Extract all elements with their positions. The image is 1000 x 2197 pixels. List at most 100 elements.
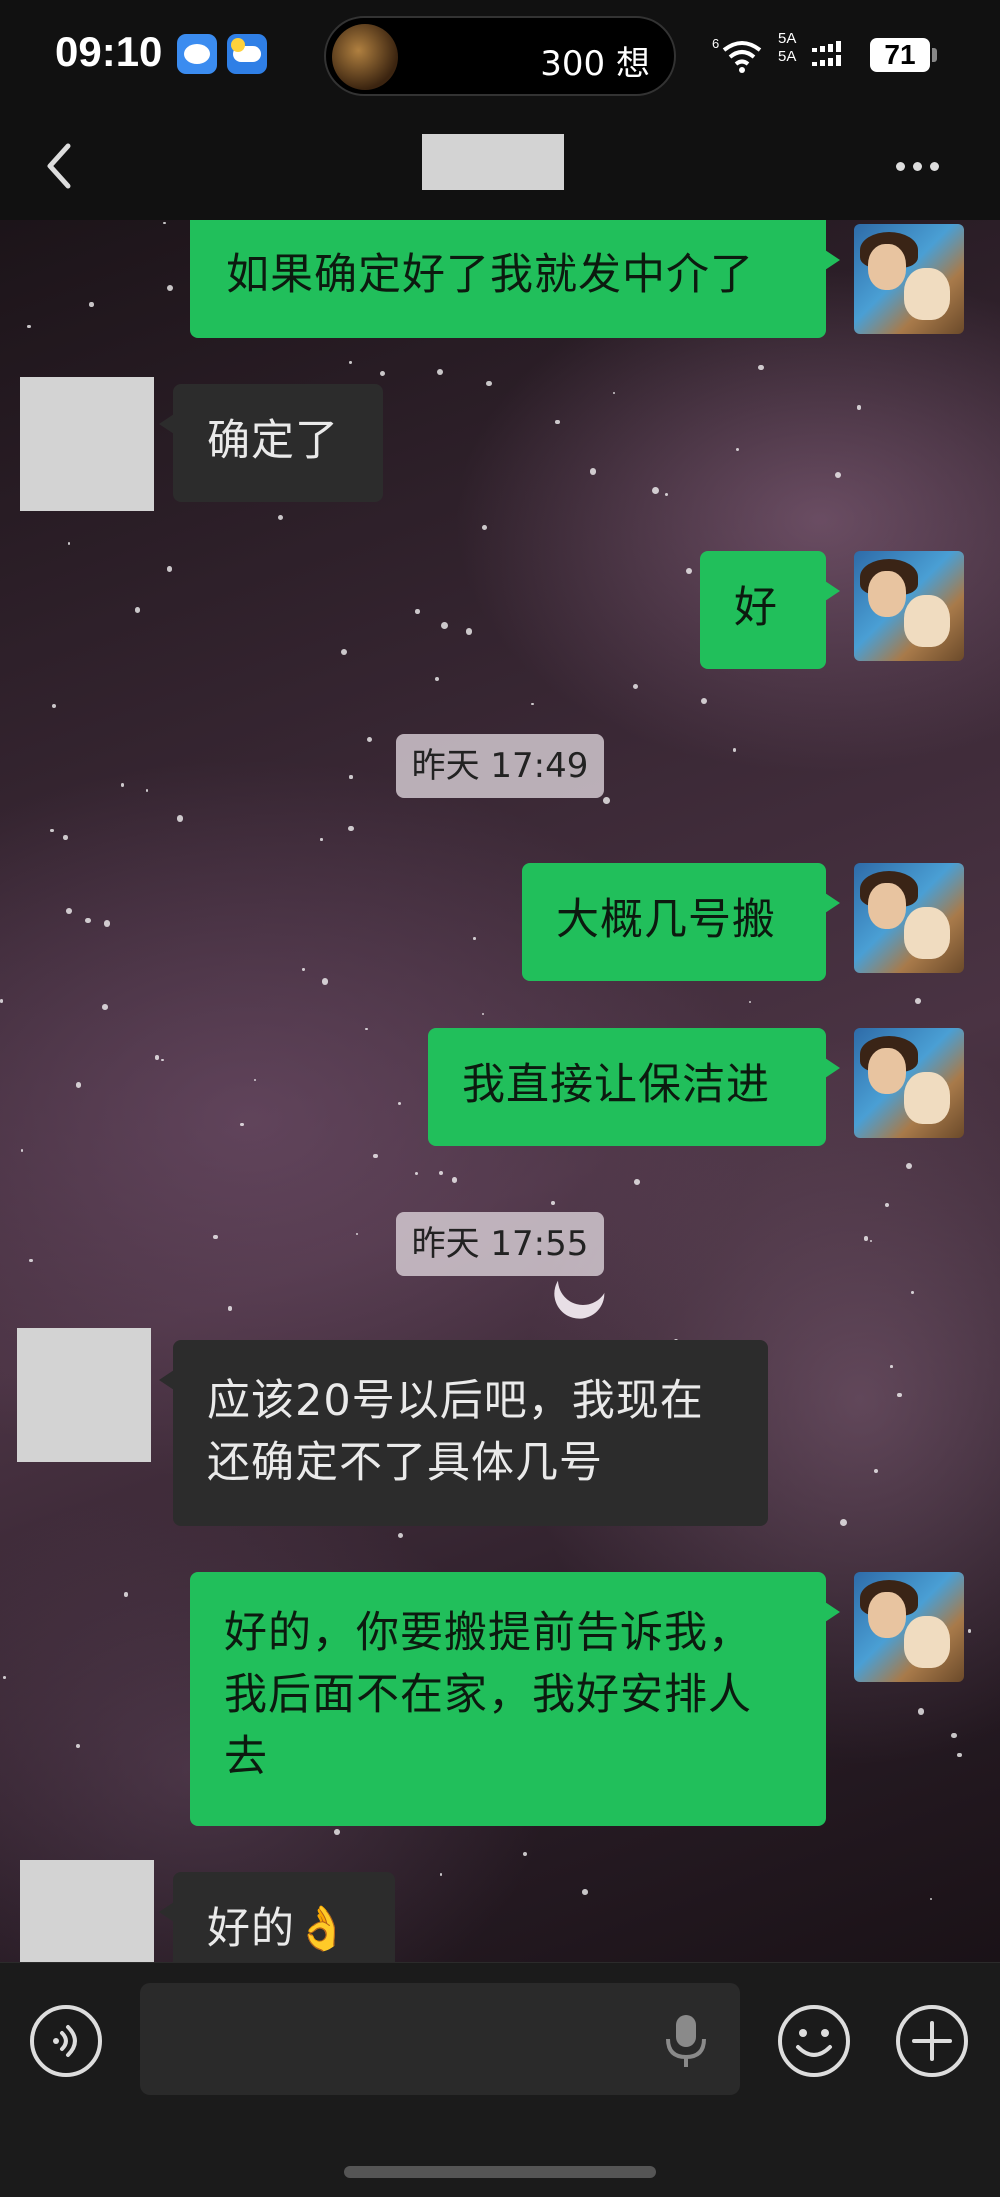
star-speck xyxy=(555,419,560,425)
star-speck xyxy=(665,493,669,497)
message-text: 确定了 xyxy=(207,416,339,466)
wifi-icon: 6 xyxy=(712,36,762,73)
island-text: 300 想 xyxy=(540,44,650,84)
star-speck xyxy=(652,486,660,494)
star-speck xyxy=(482,1013,485,1016)
my-avatar[interactable] xyxy=(854,224,964,334)
star-speck xyxy=(482,524,488,530)
star-speck xyxy=(302,968,305,971)
chevron-left-icon[interactable] xyxy=(40,136,80,196)
game-thumbnail xyxy=(332,24,398,90)
ok-hand-emoji: 👌 xyxy=(295,1904,350,1954)
my-avatar[interactable] xyxy=(854,1572,964,1682)
star-speck xyxy=(75,1082,82,1088)
star-speck xyxy=(839,1519,847,1527)
star-speck xyxy=(582,1889,589,1895)
star-speck xyxy=(957,1752,962,1757)
my-avatar[interactable] xyxy=(854,551,964,661)
star-speck xyxy=(857,405,862,410)
contact-avatar[interactable] xyxy=(20,1860,154,1962)
star-speck xyxy=(321,978,329,985)
star-speck xyxy=(341,648,348,656)
star-speck xyxy=(213,1234,219,1240)
star-speck xyxy=(451,1177,458,1183)
more-horizontal-icon[interactable] xyxy=(896,156,948,172)
star-speck xyxy=(366,736,373,742)
star-speck xyxy=(889,1365,893,1368)
star-speck xyxy=(929,1897,932,1901)
chat-input-bar xyxy=(0,1962,1000,2197)
chat-header xyxy=(0,112,1000,221)
star-speck xyxy=(89,302,94,307)
star-speck xyxy=(873,1468,878,1473)
star-speck xyxy=(102,1004,108,1011)
star-speck xyxy=(473,937,476,940)
star-speck xyxy=(380,370,386,376)
message-bubble-received[interactable]: 好的👌 xyxy=(159,1872,395,1962)
contact-avatar[interactable] xyxy=(17,1328,151,1462)
star-speck xyxy=(29,1258,33,1263)
voice-icon[interactable] xyxy=(28,2003,104,2079)
message-bubble-received[interactable]: 确定了 xyxy=(159,384,383,502)
star-speck xyxy=(967,1629,972,1633)
my-avatar[interactable] xyxy=(854,863,964,973)
star-speck xyxy=(486,381,492,387)
star-speck xyxy=(632,683,639,690)
message-line: 好的，你要搬提前告诉我， xyxy=(224,1608,752,1658)
contact-name-redacted xyxy=(422,134,564,190)
my-avatar[interactable] xyxy=(854,1028,964,1138)
wifi-label: 6 xyxy=(712,36,719,51)
message-bubble-sent[interactable]: 大概几号搬 xyxy=(522,863,840,981)
star-speck xyxy=(748,1000,751,1003)
message-input[interactable] xyxy=(140,1983,740,2095)
message-bubble-sent[interactable]: 好的，你要搬提前告诉我， 我后面不在家，我好安排人 去 xyxy=(190,1572,840,1826)
star-speck xyxy=(349,361,352,364)
status-time: 09:10 xyxy=(55,28,163,75)
star-speck xyxy=(0,999,4,1003)
message-line: 应该20号以后吧，我现在 xyxy=(207,1376,704,1426)
contact-avatar[interactable] xyxy=(20,377,154,511)
star-speck xyxy=(603,797,610,804)
star-speck xyxy=(373,1154,378,1159)
star-speck xyxy=(166,284,174,291)
star-speck xyxy=(438,1170,444,1176)
star-speck xyxy=(134,607,140,613)
message-bubble-sent[interactable]: 如果确定好了我就发中介了 xyxy=(190,220,840,338)
star-speck xyxy=(85,917,91,923)
star-speck xyxy=(465,628,473,635)
message-text: 如果确定好了我就发中介了 xyxy=(226,250,754,300)
star-speck xyxy=(436,369,444,376)
signal-label-top: 5A xyxy=(778,30,797,47)
emoji-icon[interactable] xyxy=(776,2003,852,2079)
star-speck xyxy=(176,815,183,822)
chat-message-list[interactable]: 如果确定好了我就发中介了 确定了 好 昨天 17:49 大概几号搬 我直接让保洁… xyxy=(0,220,1000,1962)
mic-icon[interactable] xyxy=(660,2011,712,2071)
message-text: 我直接让保洁进 xyxy=(462,1060,770,1110)
star-speck xyxy=(397,1532,403,1538)
star-speck xyxy=(66,907,72,914)
star-speck xyxy=(162,221,166,225)
star-speck xyxy=(349,775,353,779)
message-bubble-sent[interactable]: 好 xyxy=(700,551,840,669)
message-bubble-received[interactable]: 应该20号以后吧，我现在 还确定不了具体几号 xyxy=(159,1340,768,1526)
star-speck xyxy=(732,748,736,752)
star-speck xyxy=(897,1392,902,1398)
message-bubble-sent[interactable]: 我直接让保洁进 xyxy=(428,1028,840,1146)
star-speck xyxy=(415,1172,418,1175)
star-speck xyxy=(863,1236,868,1241)
star-speck xyxy=(522,1851,528,1857)
star-speck xyxy=(531,702,534,705)
star-speck xyxy=(145,789,149,793)
star-speck xyxy=(439,1873,443,1876)
signal-icon xyxy=(812,41,841,66)
signal-labels: 5A 5A xyxy=(778,30,796,66)
star-speck xyxy=(320,838,323,841)
home-indicator[interactable] xyxy=(344,2166,656,2178)
star-speck xyxy=(633,1179,640,1186)
star-speck xyxy=(120,783,125,787)
star-speck xyxy=(2,1675,6,1679)
plus-icon[interactable] xyxy=(894,2003,970,2079)
message-line: 我后面不在家，我好安排人 xyxy=(224,1670,752,1720)
star-speck xyxy=(123,1592,129,1597)
dynamic-island[interactable]: 300 想 xyxy=(324,16,676,96)
